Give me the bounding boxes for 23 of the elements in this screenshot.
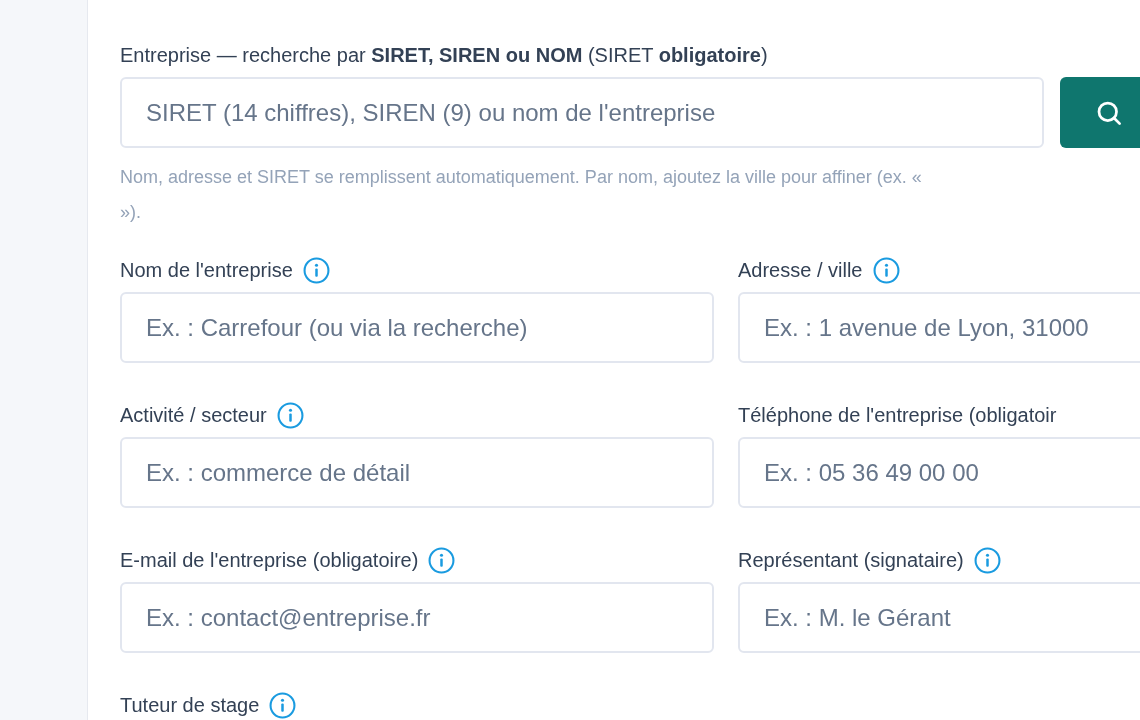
text-field[interactable]: Ex. : 1 avenue de Lyon, 31000 [738, 292, 1140, 363]
text-field[interactable]: Ex. : Carrefour (ou via la recherche) [120, 292, 714, 363]
field-label: Entreprise — recherche par SIRET, SIREN ou NOM (SIRET obligatoire) [120, 44, 769, 67]
info-icon[interactable] [276, 401, 304, 429]
field-label: E-mail de l'entreprise (obligatoire) [120, 548, 419, 572]
info-icon[interactable] [269, 691, 297, 719]
hint-text: Nom, adresse et SIRET se remplissent automatiquement. Par nom, ajoutez la ville pour affiner (ex. « »). [120, 166, 923, 224]
field-label: Activité / secteur [120, 403, 267, 427]
search-button[interactable] [1060, 77, 1140, 148]
field-label: Tuteur de stage [120, 693, 260, 717]
text-field[interactable]: Ex. : contact@entreprise.fr [120, 582, 714, 653]
info-icon[interactable] [302, 256, 330, 284]
field-label: Adresse / ville [738, 258, 863, 282]
field-label: Nom de l'entreprise [120, 258, 293, 282]
info-icon[interactable] [872, 256, 900, 284]
field-label: Représentant (signataire) [738, 548, 964, 572]
text-field[interactable]: Ex. : commerce de détail [120, 437, 714, 508]
info-icon[interactable] [428, 546, 456, 574]
info-icon[interactable] [973, 546, 1001, 574]
text-field[interactable]: Ex. : 05 36 49 00 00 [738, 437, 1140, 508]
search-field[interactable]: SIRET (14 chiffres), SIREN (9) ou nom de l'entreprise [120, 77, 1044, 148]
text-field[interactable]: Ex. : M. le Gérant [738, 582, 1140, 653]
field-label: Téléphone de l'entreprise (obligatoir [738, 403, 1057, 427]
